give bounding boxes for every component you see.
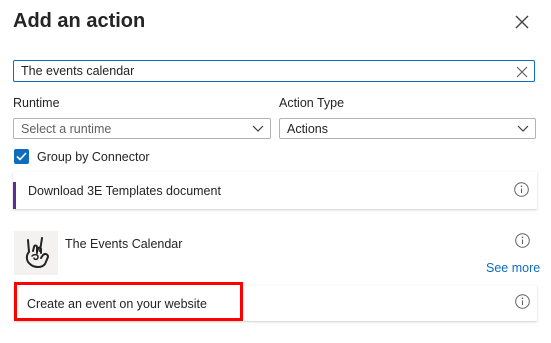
close-icon[interactable] <box>512 12 532 32</box>
clear-search-icon[interactable] <box>516 65 528 78</box>
action-card-label: Download 3E Templates document <box>28 184 221 198</box>
action-card-download-3e[interactable]: Download 3E Templates document <box>13 172 537 209</box>
runtime-dropdown[interactable]: Select a runtime <box>13 118 271 139</box>
checkmark-icon <box>16 152 27 161</box>
see-more-link[interactable]: See more <box>486 261 540 275</box>
info-icon[interactable] <box>514 182 529 197</box>
card-accent-bar <box>13 182 16 209</box>
action-type-dropdown[interactable]: Actions <box>279 118 536 139</box>
highlight-box <box>14 282 243 321</box>
runtime-label: Runtime <box>13 96 60 110</box>
connector-info-icon[interactable] <box>515 233 530 248</box>
rock-hand-icon <box>25 237 49 268</box>
connector-name: The Events Calendar <box>65 237 183 251</box>
action-type-label: Action Type <box>279 96 345 110</box>
runtime-placeholder: Select a runtime <box>21 122 112 136</box>
chevron-down-icon <box>517 125 529 132</box>
events-calendar-logo <box>14 231 58 275</box>
search-input[interactable] <box>14 61 511 81</box>
action-type-value: Actions <box>287 122 328 136</box>
group-by-connector-checkbox[interactable] <box>14 149 29 164</box>
info-icon[interactable] <box>515 294 530 309</box>
group-by-connector-label: Group by Connector <box>37 150 150 164</box>
chevron-down-icon <box>252 125 264 132</box>
search-box <box>13 60 535 82</box>
panel-title: Add an action <box>13 10 146 32</box>
